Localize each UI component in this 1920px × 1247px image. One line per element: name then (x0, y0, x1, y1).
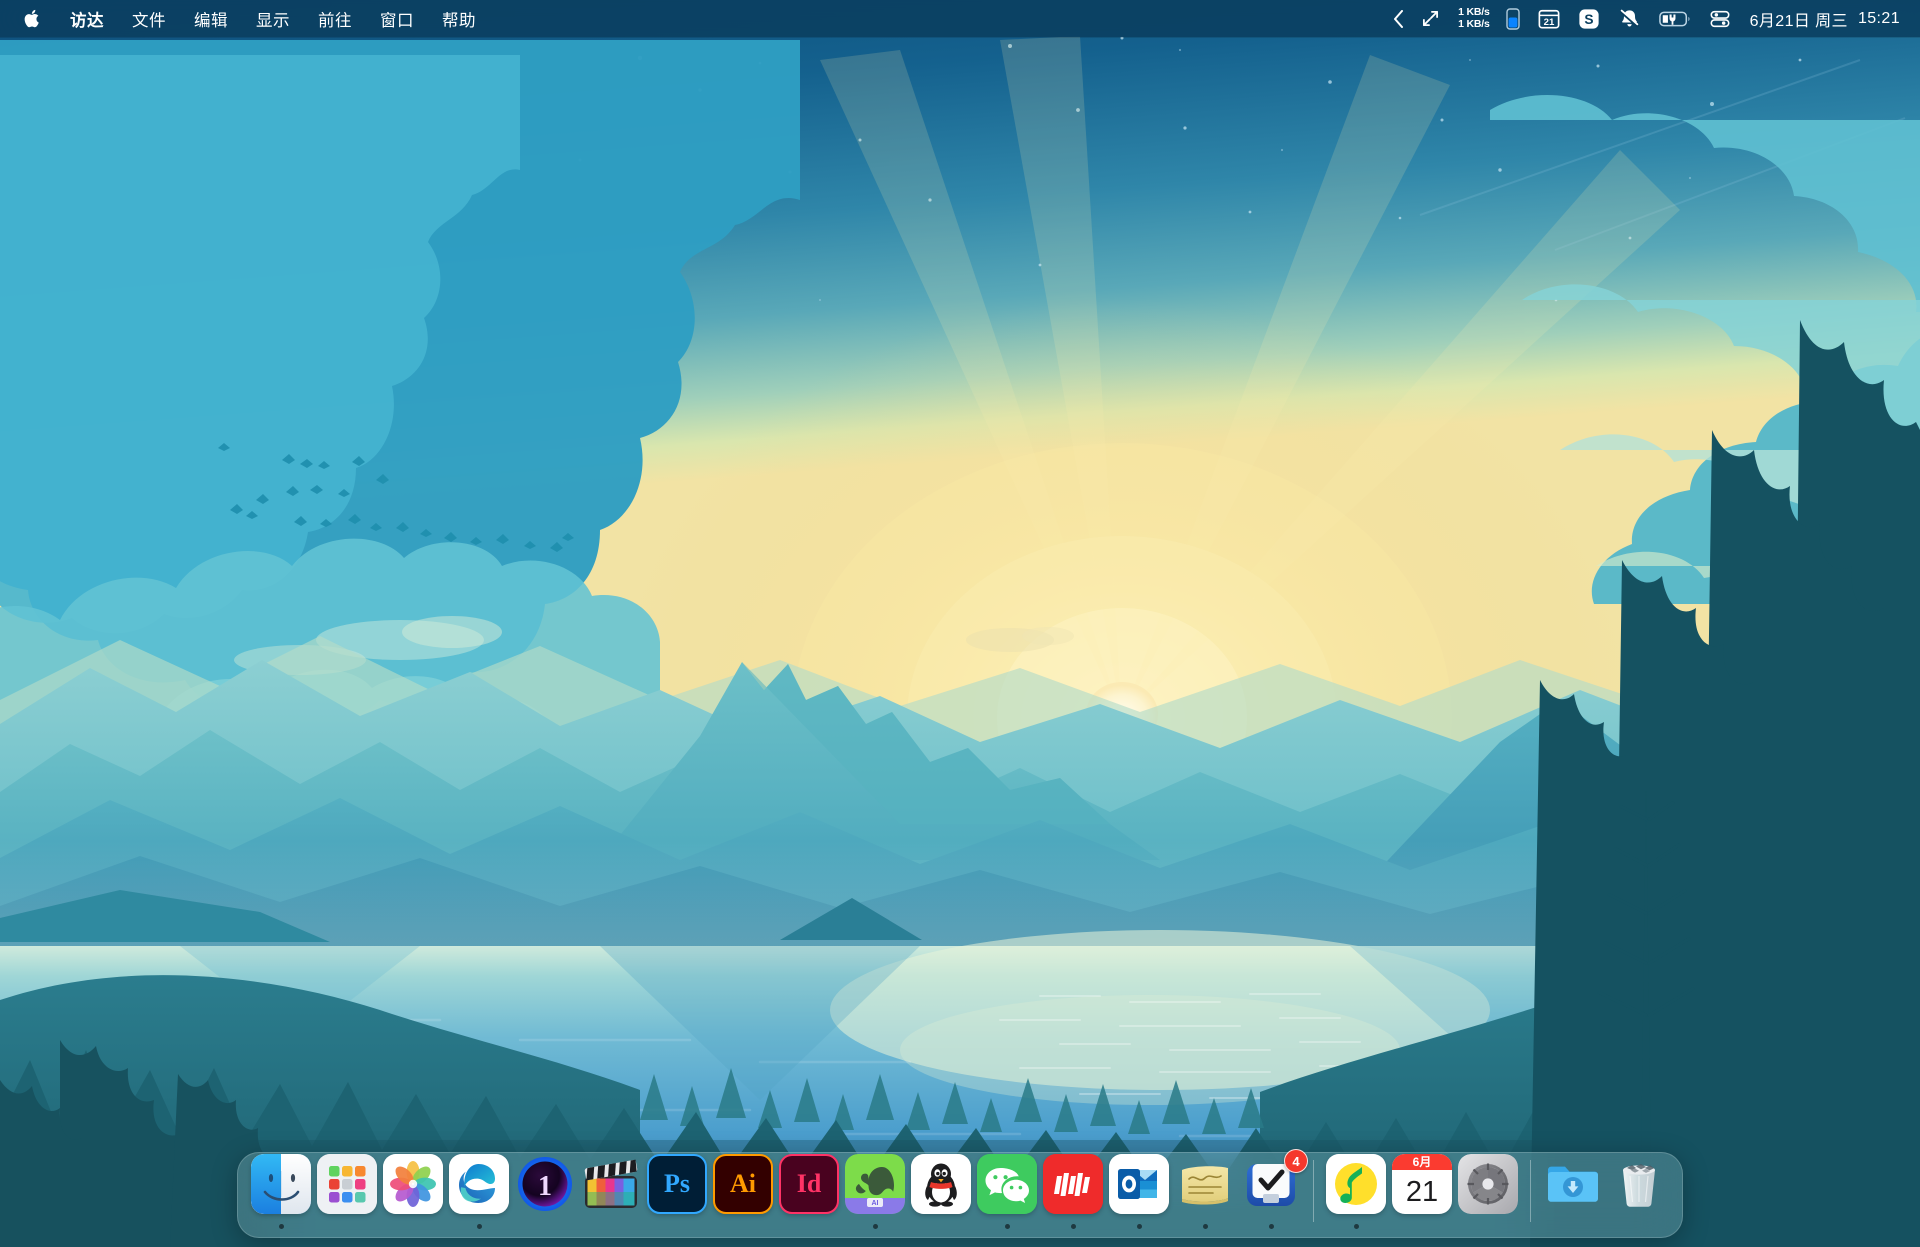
menu-bar-time: 15:21 (1857, 9, 1900, 27)
menu-bar-left: 访达 文件 编辑 显示 前往 窗口 帮助 (0, 0, 490, 37)
running-indicator-dot (1353, 1224, 1359, 1229)
dock-item-outlook[interactable] (1106, 1152, 1172, 1230)
dock-item-final-cut-pro[interactable] (578, 1152, 644, 1230)
menu-bar-clock[interactable]: 6月21日 周三 15:21 (1740, 0, 1904, 37)
finder-icon (251, 1154, 311, 1214)
dock-item-photos[interactable] (380, 1152, 446, 1230)
dock-item-1password[interactable]: 1 (512, 1152, 578, 1230)
menu-item-go[interactable]: 前往 (304, 0, 366, 37)
dock-item-qq[interactable] (908, 1152, 974, 1230)
menu-item-file[interactable]: 文件 (118, 0, 180, 37)
control-center-icon[interactable] (1700, 0, 1740, 37)
1password-icon: 1 (515, 1154, 575, 1214)
downloads-folder-icon (1543, 1154, 1603, 1214)
bell-slash-icon[interactable] (1609, 0, 1650, 37)
snipaste-s-icon[interactable]: S (1569, 0, 1609, 37)
todo-checkbox-icon: 4 (1241, 1149, 1308, 1214)
microsoft-edge-icon (449, 1154, 509, 1214)
dock-separator-1 (1313, 1160, 1314, 1222)
dock-item-wechat[interactable] (974, 1152, 1040, 1230)
dock-item-qq-music[interactable] (1323, 1152, 1389, 1230)
network-download-speed: 1 KB/s (1458, 17, 1490, 30)
menu-item-finder[interactable]: 访达 (56, 0, 118, 37)
dock-item-photoshop[interactable]: Ps (644, 1152, 710, 1230)
apple-logo-icon (24, 9, 39, 28)
expand-arrows-icon[interactable] (1413, 0, 1448, 37)
chevron-left-icon[interactable] (1384, 0, 1413, 37)
dock-item-stickies[interactable] (1172, 1152, 1238, 1230)
running-indicator-dot (872, 1224, 878, 1229)
dock-item-illustrator[interactable]: Ai (710, 1152, 776, 1230)
dock-item-trash[interactable] (1606, 1152, 1672, 1230)
dock-item-indesign[interactable]: Id (776, 1152, 842, 1230)
system-preferences-gear-icon (1458, 1154, 1518, 1214)
calendar-month-label: 6月 (1392, 1154, 1452, 1170)
running-indicator-dot (1202, 1224, 1208, 1229)
svg-text:S: S (1584, 12, 1593, 27)
running-indicator-dot (1004, 1224, 1010, 1229)
running-indicator-dot (1070, 1224, 1076, 1229)
illustrator-icon: Ai (713, 1154, 773, 1214)
running-indicator-dot (278, 1224, 284, 1229)
dock-item-things-todo[interactable]: 4 (1238, 1149, 1308, 1230)
calendar-21-icon[interactable]: 21 (1529, 0, 1569, 37)
stickies-note-icon (1175, 1154, 1235, 1214)
apple-menu-button[interactable] (14, 0, 56, 37)
running-indicator-dot (1268, 1224, 1274, 1229)
trash-icon (1609, 1154, 1669, 1214)
dock-item-launchpad[interactable] (314, 1152, 380, 1230)
desktop-wallpaper (0, 0, 1920, 1247)
running-indicator-dot (1136, 1224, 1142, 1229)
menu-item-window[interactable]: 窗口 (366, 0, 428, 37)
evernote-icon: AI (845, 1154, 905, 1214)
photos-icon (383, 1154, 443, 1214)
dock-item-downloads-folder[interactable] (1540, 1152, 1606, 1230)
todo-badge-count: 4 (1284, 1149, 1308, 1173)
menu-item-edit[interactable]: 编辑 (180, 0, 242, 37)
dock-separator-2 (1530, 1160, 1531, 1222)
dock-item-system-preferences[interactable] (1455, 1152, 1521, 1230)
outlook-icon (1109, 1154, 1169, 1214)
dock-item-dingtalk-red[interactable] (1040, 1152, 1106, 1230)
svg-text:21: 21 (1543, 16, 1554, 27)
dock-item-finder[interactable] (248, 1152, 314, 1230)
qq-music-icon (1326, 1154, 1386, 1214)
memory-gauge-icon[interactable] (1497, 0, 1529, 37)
photoshop-icon: Ps (647, 1154, 707, 1214)
dock: 1 Ps Ai Id AI 4 6月 21 (237, 1149, 1683, 1238)
launchpad-icon (317, 1154, 377, 1214)
dock-item-evernote[interactable]: AI (842, 1152, 908, 1230)
svg-text:AI: AI (872, 1200, 879, 1207)
indesign-label: Id (796, 1169, 822, 1198)
calendar-day-label: 21 (1405, 1175, 1439, 1208)
battery-charging-icon[interactable] (1650, 0, 1700, 37)
menu-item-view[interactable]: 显示 (242, 0, 304, 37)
qq-penguin-icon (911, 1154, 971, 1214)
photoshop-label: Ps (664, 1169, 690, 1198)
indesign-icon: Id (779, 1154, 839, 1214)
svg-text:1: 1 (538, 1171, 552, 1202)
wechat-icon (977, 1154, 1037, 1214)
running-indicator-dot (476, 1224, 482, 1229)
final-cut-pro-icon (581, 1154, 641, 1214)
calendar-icon: 6月 21 (1392, 1154, 1452, 1214)
dock-item-microsoft-edge[interactable] (446, 1152, 512, 1230)
menu-bar-date: 6月21日 周三 (1749, 12, 1848, 30)
network-speed-indicator[interactable]: 1 KB/s 1 KB/s (1448, 0, 1496, 37)
menu-item-help[interactable]: 帮助 (428, 0, 490, 37)
network-upload-speed: 1 KB/s (1458, 6, 1490, 18)
dock-item-calendar[interactable]: 6月 21 (1389, 1152, 1455, 1230)
illustrator-label: Ai (730, 1169, 756, 1198)
menu-bar: 访达 文件 编辑 显示 前往 窗口 帮助 1 KB/s 1 KB/s 21 S … (0, 0, 1920, 37)
red-bars-app-icon (1043, 1154, 1103, 1214)
menu-bar-status-area: 1 KB/s 1 KB/s 21 S 6月21日 周三 15:21 (1384, 0, 1920, 37)
